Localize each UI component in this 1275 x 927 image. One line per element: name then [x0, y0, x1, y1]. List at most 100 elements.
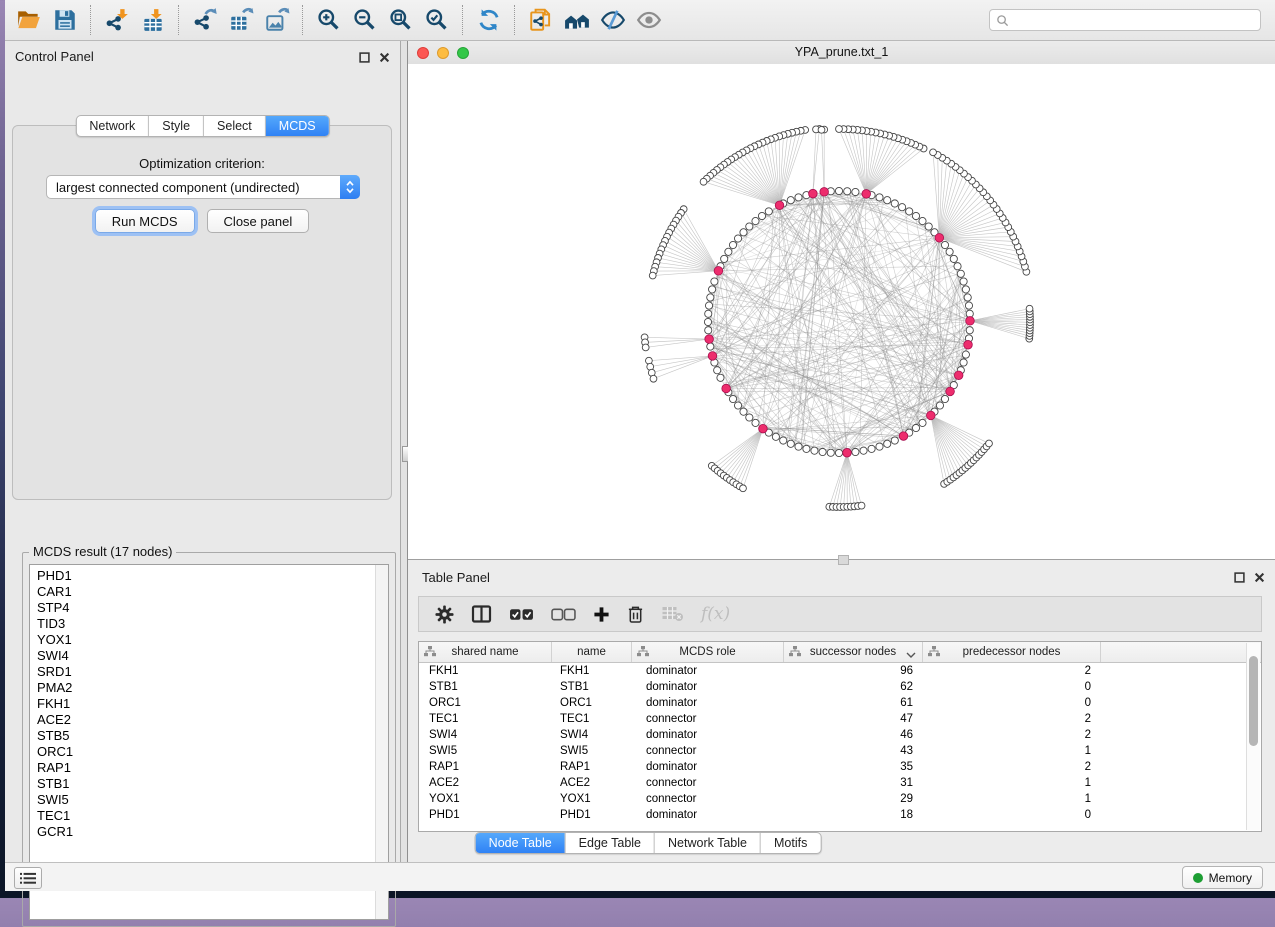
deselect-all-icon[interactable]: [551, 608, 576, 621]
import-network-button[interactable]: [100, 3, 134, 37]
table-cell: RAP1: [419, 759, 552, 775]
mcds-result-item[interactable]: SWI5: [37, 792, 374, 808]
table-cell: SWI5: [552, 743, 632, 759]
refresh-icon: [476, 7, 502, 33]
table-row[interactable]: ACE2ACE2connector311: [419, 775, 1261, 791]
neighbors-button[interactable]: [560, 3, 594, 37]
zoom-fit-button[interactable]: [384, 3, 418, 37]
open-file-button[interactable]: [12, 3, 46, 37]
mcds-result-item[interactable]: STB1: [37, 776, 374, 792]
table-cell: PHD1: [552, 807, 632, 823]
table-row[interactable]: TEC1TEC1connector472: [419, 711, 1261, 727]
mcds-result-item[interactable]: GCR1: [37, 824, 374, 840]
tab-network-table[interactable]: Network Table: [655, 833, 761, 853]
table-cell: ORC1: [552, 695, 632, 711]
clone-network-button[interactable]: [524, 3, 558, 37]
gear-icon[interactable]: [435, 605, 454, 624]
delete-column-icon[interactable]: [627, 605, 644, 624]
export-image-button[interactable]: [260, 3, 294, 37]
optimization-criterion-dropdown[interactable]: largest connected component (undirected): [46, 175, 360, 199]
mcds-result-item[interactable]: RAP1: [37, 760, 374, 776]
tab-node-table[interactable]: Node Table: [476, 833, 566, 853]
column-header-successor-nodes[interactable]: successor nodes: [784, 642, 923, 662]
tab-motifs[interactable]: Motifs: [761, 833, 820, 853]
close-panel-icon[interactable]: [379, 50, 390, 68]
split-divider-vertical[interactable]: [400, 41, 408, 862]
table-cell: 0: [923, 695, 1101, 711]
float-panel-icon[interactable]: [359, 50, 370, 68]
columns-icon[interactable]: [471, 605, 492, 623]
refresh-button[interactable]: [472, 3, 506, 37]
mcds-result-item[interactable]: CAR1: [37, 584, 374, 600]
mcds-result-item[interactable]: PMA2: [37, 680, 374, 696]
network-window-titlebar[interactable]: YPA_prune.txt_1: [408, 41, 1275, 65]
float-panel-icon[interactable]: [1234, 570, 1245, 588]
tree-icon: [789, 646, 801, 660]
table-header: shared namename MCDS role successor nodesp…: [419, 642, 1261, 663]
table-row[interactable]: SWI5SWI5connector431: [419, 743, 1261, 759]
zoom-in-button[interactable]: [312, 3, 346, 37]
mcds-result-item[interactable]: FKH1: [37, 696, 374, 712]
tab-style[interactable]: Style: [149, 116, 204, 136]
table-row[interactable]: PHD1PHD1dominator180: [419, 807, 1261, 823]
column-header-name[interactable]: name: [552, 642, 632, 662]
table-row[interactable]: SWI4SWI4dominator462: [419, 727, 1261, 743]
mcds-result-item[interactable]: SWI4: [37, 648, 374, 664]
table-row[interactable]: YOX1YOX1connector291: [419, 791, 1261, 807]
show-details-button[interactable]: [632, 3, 666, 37]
export-network-button[interactable]: [188, 3, 222, 37]
table-scrollbar[interactable]: [1246, 643, 1260, 830]
mcds-result-item[interactable]: TEC1: [37, 808, 374, 824]
mcds-result-item[interactable]: ORC1: [37, 744, 374, 760]
export-table-button[interactable]: [224, 3, 258, 37]
mcds-result-item[interactable]: SRD1: [37, 664, 374, 680]
tab-edge-table[interactable]: Edge Table: [566, 833, 655, 853]
toolbar-separator: [90, 5, 92, 35]
close-panel-icon[interactable]: [1254, 570, 1265, 588]
search-input[interactable]: [989, 9, 1261, 31]
split-handle-horizontal[interactable]: [838, 555, 849, 565]
save-button[interactable]: [48, 3, 82, 37]
run-mcds-button[interactable]: Run MCDS: [95, 209, 195, 233]
list-icon: [20, 872, 36, 885]
control-panel: Control Panel NetworkStyleSelectMCDS Opt…: [5, 41, 400, 862]
mcds-result-item[interactable]: PHD1: [37, 568, 374, 584]
table-toolbar: f(x): [418, 596, 1262, 632]
table-row[interactable]: STB1STB1dominator620: [419, 679, 1261, 695]
column-label: MCDS role: [679, 646, 735, 658]
save-icon: [52, 7, 78, 33]
mcds-result-item[interactable]: TID3: [37, 616, 374, 632]
table-row[interactable]: FKH1FKH1dominator962: [419, 663, 1261, 679]
mcds-result-item[interactable]: STP4: [37, 600, 374, 616]
column-header-shared-name[interactable]: shared name: [419, 642, 552, 662]
mcds-result-item[interactable]: STB5: [37, 728, 374, 744]
column-header-mcds-role[interactable]: MCDS role: [632, 642, 784, 662]
table-cell: dominator: [632, 679, 784, 695]
network-canvas[interactable]: [408, 64, 1275, 560]
toolbar-separator: [514, 5, 516, 35]
table-row[interactable]: ORC1ORC1dominator610: [419, 695, 1261, 711]
column-header-predecessor-nodes[interactable]: predecessor nodes: [923, 642, 1101, 662]
mcds-result-item[interactable]: ACE2: [37, 712, 374, 728]
tab-select[interactable]: Select: [204, 116, 266, 136]
table-cell: 2: [923, 711, 1101, 727]
select-all-icon[interactable]: [509, 608, 534, 621]
table-cell: RAP1: [552, 759, 632, 775]
task-history-button[interactable]: [14, 867, 42, 889]
hide-details-button[interactable]: [596, 3, 630, 37]
import-table-button[interactable]: [136, 3, 170, 37]
close-panel-button[interactable]: Close panel: [207, 209, 310, 233]
memory-button[interactable]: Memory: [1182, 866, 1263, 889]
tab-network[interactable]: Network: [76, 116, 149, 136]
optimization-criterion-label: Optimization criterion:: [13, 156, 391, 171]
add-column-icon[interactable]: [593, 606, 610, 623]
network-region: YPA_prune.txt_1 Table Panel f(x): [408, 41, 1275, 862]
tab-mcds[interactable]: MCDS: [266, 116, 329, 136]
scrollbar-thumb[interactable]: [1249, 656, 1258, 746]
zoom-out-button[interactable]: [348, 3, 382, 37]
zoom-selected-button[interactable]: [420, 3, 454, 37]
mcds-result-item[interactable]: YOX1: [37, 632, 374, 648]
zoom-in-icon: [316, 7, 342, 33]
table-cell: STB1: [419, 679, 552, 695]
table-row[interactable]: RAP1RAP1dominator352: [419, 759, 1261, 775]
